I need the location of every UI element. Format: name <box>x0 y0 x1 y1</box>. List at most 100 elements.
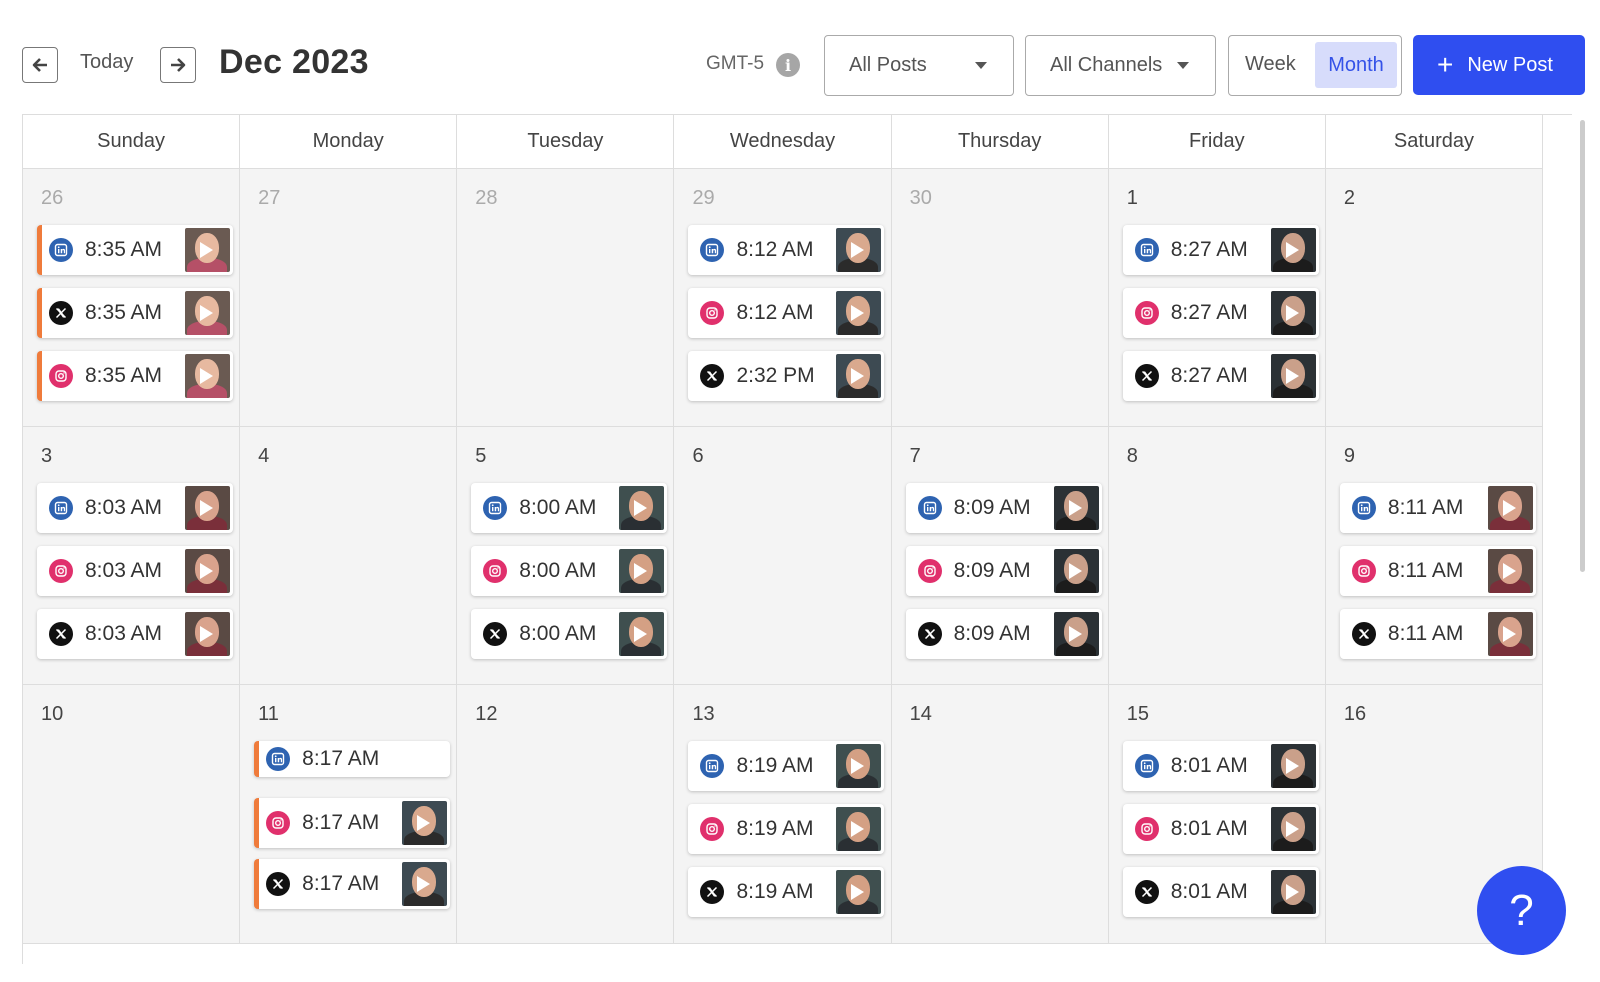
scheduled-post-instagram[interactable]: 8:17 AM <box>254 798 451 849</box>
day-cell[interactable]: 14 <box>891 685 1109 944</box>
scheduled-post-linkedin[interactable]: 8:01 AM <box>1122 741 1319 792</box>
day-cell[interactable]: 26 8:35 AM 8:35 AM 8:35 AM <box>23 169 241 428</box>
scheduled-post-instagram[interactable]: 8:00 AM <box>471 546 668 597</box>
scheduled-post-linkedin[interactable]: 8:11 AM <box>1339 483 1536 534</box>
scheduled-post-linkedin[interactable]: 8:12 AM <box>688 225 885 275</box>
new-post-button[interactable]: + New Post <box>1413 35 1585 95</box>
day-cell[interactable]: 5 8:00 AM 8:00 AM 8:00 AM <box>457 427 675 686</box>
scheduled-post-instagram[interactable]: 8:09 AM <box>905 546 1102 597</box>
day-cell[interactable]: 3 8:03 AM 8:03 AM 8:03 AM <box>23 427 241 686</box>
day-cell[interactable]: 13 8:19 AM 8:19 AM 8:19 AM <box>674 685 892 944</box>
scheduled-post-x[interactable]: 8:11 AM <box>1339 609 1536 660</box>
video-thumbnail[interactable] <box>1487 486 1533 531</box>
video-thumbnail[interactable] <box>836 807 882 852</box>
day-cell[interactable]: 11 8:17 AM 8:17 AM 8:17 AM <box>240 685 458 944</box>
day-cell[interactable]: 28 <box>457 169 675 428</box>
next-month-button[interactable] <box>160 47 196 83</box>
video-thumbnail[interactable] <box>402 862 448 907</box>
channels-filter-dropdown[interactable]: All Channels <box>1025 35 1216 96</box>
info-icon[interactable]: i <box>776 53 800 77</box>
video-thumbnail[interactable] <box>619 486 665 531</box>
day-cell[interactable]: 27 <box>240 169 458 428</box>
date-number: 13 <box>692 703 715 726</box>
video-thumbnail[interactable] <box>1270 354 1316 398</box>
day-cell[interactable]: 15 8:01 AM 8:01 AM 8:01 AM <box>1108 685 1326 944</box>
play-icon <box>1285 884 1299 901</box>
post-time: 8:03 AM <box>85 496 163 520</box>
scheduled-post-x[interactable]: 8:01 AM <box>1122 867 1319 918</box>
video-thumbnail[interactable] <box>402 801 448 846</box>
posts-filter-dropdown[interactable]: All Posts <box>824 35 1014 96</box>
video-thumbnail[interactable] <box>185 549 230 594</box>
video-thumbnail[interactable] <box>836 354 882 398</box>
scheduled-post-instagram[interactable]: 8:03 AM <box>37 546 233 597</box>
day-cell[interactable]: 9 8:11 AM 8:11 AM 8:11 AM <box>1325 427 1544 686</box>
video-thumbnail[interactable] <box>1270 870 1316 915</box>
video-thumbnail[interactable] <box>185 228 230 272</box>
scheduled-post-linkedin[interactable]: 8:27 AM <box>1122 225 1319 275</box>
scheduled-post-instagram[interactable]: 8:11 AM <box>1339 546 1536 597</box>
x-icon <box>1134 364 1159 388</box>
day-cell[interactable]: 6 <box>674 427 892 686</box>
scheduled-post-linkedin[interactable]: 8:17 AM <box>254 741 451 778</box>
post-time: 8:19 AM <box>736 817 814 841</box>
video-thumbnail[interactable] <box>619 612 665 657</box>
video-thumbnail[interactable] <box>1487 612 1533 657</box>
video-thumbnail[interactable] <box>1270 291 1316 335</box>
video-thumbnail[interactable] <box>836 291 882 335</box>
month-view-button[interactable]: Month <box>1315 42 1397 88</box>
scheduled-post-x[interactable]: 8:17 AM <box>254 859 451 910</box>
scheduled-post-linkedin[interactable]: 8:19 AM <box>688 741 885 792</box>
day-cell[interactable]: 1 8:27 AM 8:27 AM 8:27 AM <box>1108 169 1326 428</box>
previous-month-button[interactable] <box>22 47 58 83</box>
scheduled-post-x[interactable]: 8:19 AM <box>688 867 885 918</box>
weekday-header: Sunday <box>23 115 241 169</box>
scheduled-post-linkedin[interactable]: 8:35 AM <box>37 225 233 275</box>
video-thumbnail[interactable] <box>619 549 665 594</box>
day-cell[interactable]: 30 <box>891 169 1109 428</box>
scheduled-post-x[interactable]: 8:00 AM <box>471 609 668 660</box>
scheduled-post-x[interactable]: 8:35 AM <box>37 288 233 338</box>
video-thumbnail[interactable] <box>185 354 230 398</box>
day-cell[interactable]: 2 <box>1325 169 1544 428</box>
video-thumbnail[interactable] <box>185 486 230 531</box>
post-time: 8:19 AM <box>736 880 814 904</box>
scheduled-post-instagram[interactable]: 8:27 AM <box>1122 288 1319 338</box>
scheduled-post-x[interactable]: 8:03 AM <box>37 609 233 660</box>
week-view-button[interactable]: Week <box>1245 53 1296 76</box>
scheduled-post-linkedin[interactable]: 8:09 AM <box>905 483 1102 534</box>
scrollbar[interactable] <box>1580 120 1585 572</box>
day-cell[interactable]: 12 <box>457 685 675 944</box>
video-thumbnail[interactable] <box>185 612 230 657</box>
video-thumbnail[interactable] <box>185 291 230 335</box>
video-thumbnail[interactable] <box>1270 744 1316 789</box>
video-thumbnail[interactable] <box>1053 486 1099 531</box>
scheduled-post-linkedin[interactable]: 8:00 AM <box>471 483 668 534</box>
scheduled-post-instagram[interactable]: 8:35 AM <box>37 351 233 401</box>
play-icon <box>1068 626 1082 643</box>
video-thumbnail[interactable] <box>1053 612 1099 657</box>
scheduled-post-x[interactable]: 2:32 PM <box>688 351 885 401</box>
video-thumbnail[interactable] <box>836 228 882 272</box>
video-thumbnail[interactable] <box>1270 807 1316 852</box>
day-cell[interactable]: 10 <box>23 685 241 944</box>
scheduled-post-linkedin[interactable]: 8:03 AM <box>37 483 233 534</box>
today-button[interactable]: Today <box>80 51 133 74</box>
post-time: 8:35 AM <box>85 301 163 324</box>
help-button[interactable]: ? <box>1477 866 1566 955</box>
scheduled-post-x[interactable]: 8:09 AM <box>905 609 1102 660</box>
video-thumbnail[interactable] <box>1487 549 1533 594</box>
scheduled-post-instagram[interactable]: 8:01 AM <box>1122 804 1319 855</box>
scheduled-post-instagram[interactable]: 8:19 AM <box>688 804 885 855</box>
video-thumbnail[interactable] <box>1053 549 1099 594</box>
day-cell[interactable]: 7 8:09 AM 8:09 AM 8:09 AM <box>891 427 1109 686</box>
linkedin-icon <box>1134 754 1159 779</box>
video-thumbnail[interactable] <box>836 870 882 915</box>
scheduled-post-instagram[interactable]: 8:12 AM <box>688 288 885 338</box>
day-cell[interactable]: 8 <box>1108 427 1326 686</box>
scheduled-post-x[interactable]: 8:27 AM <box>1122 351 1319 401</box>
video-thumbnail[interactable] <box>1270 228 1316 272</box>
day-cell[interactable]: 29 8:12 AM 8:12 AM 2:32 PM <box>674 169 892 428</box>
day-cell[interactable]: 4 <box>240 427 458 686</box>
video-thumbnail[interactable] <box>836 744 882 789</box>
